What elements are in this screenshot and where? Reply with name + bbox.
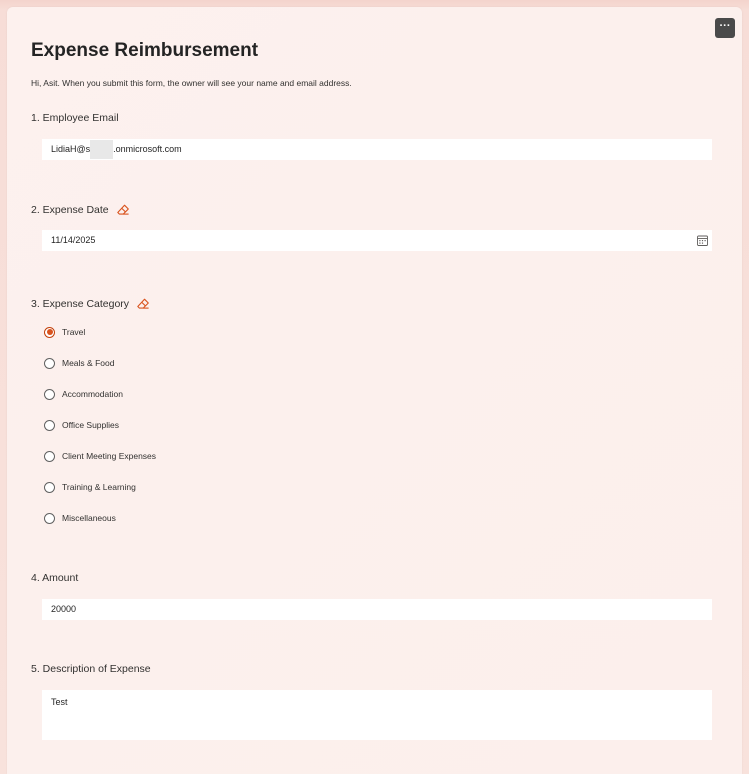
radio-button[interactable] <box>44 450 55 462</box>
question-5-title: 5. Description of Expense <box>31 663 151 675</box>
question-4-label: 4. Amount <box>31 572 78 584</box>
option-label: Accommodation <box>62 389 123 399</box>
option-label: Client Meeting Expenses <box>62 451 157 461</box>
redacted-block <box>90 140 114 159</box>
option-accommodation[interactable]: Accommodation <box>44 387 123 401</box>
amount-value: 20000 <box>51 604 77 614</box>
option-label: Office Supplies <box>62 420 120 430</box>
description-value: Test <box>51 697 68 707</box>
description-field[interactable]: Test <box>42 690 712 740</box>
option-client-meeting-expenses[interactable]: Client Meeting Expenses <box>44 449 156 463</box>
option-label: Training & Learning <box>62 482 136 492</box>
employee-email-field[interactable]: LidiaH@s .onmicrosoft.com <box>42 139 712 160</box>
eraser-icon[interactable] <box>136 297 150 311</box>
expense-date-value: 11/14/2025 <box>51 235 96 245</box>
form-title: Expense Reimbursement <box>31 40 259 61</box>
option-training-learning[interactable]: Training & Learning <box>44 480 136 494</box>
option-miscellaneous[interactable]: Miscellaneous <box>44 511 116 525</box>
question-5-label: 5. Description of Expense <box>31 663 151 675</box>
option-label: Meals & Food <box>62 358 115 368</box>
radio-button[interactable] <box>44 357 55 369</box>
option-label: Travel <box>62 327 86 337</box>
question-1-label: 1. Employee Email <box>31 112 119 124</box>
form-notice: Hi, Asit. When you submit this form, the… <box>31 78 352 88</box>
eraser-icon[interactable] <box>116 203 130 217</box>
radio-button[interactable] <box>44 419 55 431</box>
amount-field[interactable]: 20000 <box>42 599 712 620</box>
radio-button[interactable] <box>44 481 55 493</box>
radio-button-checked[interactable] <box>44 326 55 338</box>
email-prefix: LidiaH@s <box>51 144 91 154</box>
option-label: Miscellaneous <box>62 513 116 523</box>
expense-date-field[interactable]: 11/14/2025 <box>42 230 712 251</box>
option-meals-food[interactable]: Meals & Food <box>44 356 114 370</box>
option-office-supplies[interactable]: Office Supplies <box>44 418 119 432</box>
email-suffix: .onmicrosoft.com <box>113 144 182 154</box>
employee-email-value: LidiaH@s .onmicrosoft.com <box>51 139 712 160</box>
radio-button[interactable] <box>44 512 55 524</box>
question-1-title: 1. Employee Email <box>31 112 119 124</box>
question-3-title: 3. Expense Category <box>31 298 130 310</box>
question-4-title: 4. Amount <box>31 572 79 584</box>
question-3-label: 3. Expense Category <box>31 297 150 311</box>
question-2-label: 2. Expense Date <box>31 203 130 217</box>
option-travel[interactable]: Travel <box>44 325 85 339</box>
calendar-icon[interactable] <box>697 235 708 246</box>
radio-button[interactable] <box>44 388 55 400</box>
question-2-title: 2. Expense Date <box>31 204 109 216</box>
more-options-button[interactable]: ··· <box>715 18 735 38</box>
